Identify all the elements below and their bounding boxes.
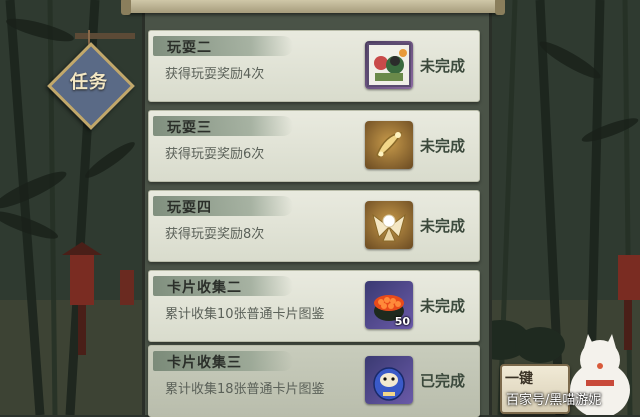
task-status: 未完成 bbox=[420, 217, 466, 235]
task-description: 累计收集10张普通卡片图鉴 bbox=[165, 307, 325, 322]
salmon-roe-sushi-icon[interactable]: 50 bbox=[365, 281, 413, 329]
task-card[interactable]: 卡片收集三 累计收集18张普通卡片图鉴 已完成 bbox=[148, 345, 480, 417]
task-title: 卡片收集三 bbox=[167, 355, 242, 371]
task-status: 已完成 bbox=[420, 372, 466, 390]
task-status: 未完成 bbox=[420, 137, 466, 155]
task-status: 未完成 bbox=[420, 57, 466, 75]
task-description: 累计收集18张普通卡片图鉴 bbox=[165, 382, 325, 397]
task-card[interactable]: 玩耍二 获得玩耍奖励4次 未完成 bbox=[148, 30, 480, 102]
task-title: 玩耍二 bbox=[167, 40, 212, 56]
gold-ornament-icon[interactable] bbox=[365, 121, 413, 169]
task-card[interactable]: 玩耍三 获得玩耍奖励6次 未完成 bbox=[148, 110, 480, 182]
task-description: 获得玩耍奖励4次 bbox=[165, 67, 265, 82]
task-title: 玩耍三 bbox=[167, 120, 212, 136]
task-card[interactable]: 玩耍四 获得玩耍奖励8次 未完成 bbox=[148, 190, 480, 262]
task-title: 玩耍四 bbox=[167, 200, 212, 216]
pearl-shell-icon[interactable] bbox=[365, 201, 413, 249]
task-title: 卡片收集二 bbox=[167, 280, 242, 296]
task-description: 获得玩耍奖励8次 bbox=[165, 227, 265, 242]
toy-card-icon[interactable] bbox=[365, 41, 413, 89]
daruma-doll-icon[interactable] bbox=[365, 356, 413, 404]
task-card[interactable]: 卡片收集二 累计收集10张普通卡片图鉴 50 未完成 bbox=[148, 270, 480, 342]
banner-peg bbox=[75, 33, 135, 39]
scroll-top-rod bbox=[121, 0, 505, 15]
one-key-claim-label: 一键 bbox=[505, 371, 533, 387]
watermark-text: 百家号/黑喵游妮 bbox=[506, 393, 602, 408]
task-description: 获得玩耍奖励6次 bbox=[165, 147, 265, 162]
reward-count: 50 bbox=[394, 315, 410, 328]
task-status: 未完成 bbox=[420, 297, 466, 315]
task-banner-label: 任务 bbox=[70, 72, 108, 93]
